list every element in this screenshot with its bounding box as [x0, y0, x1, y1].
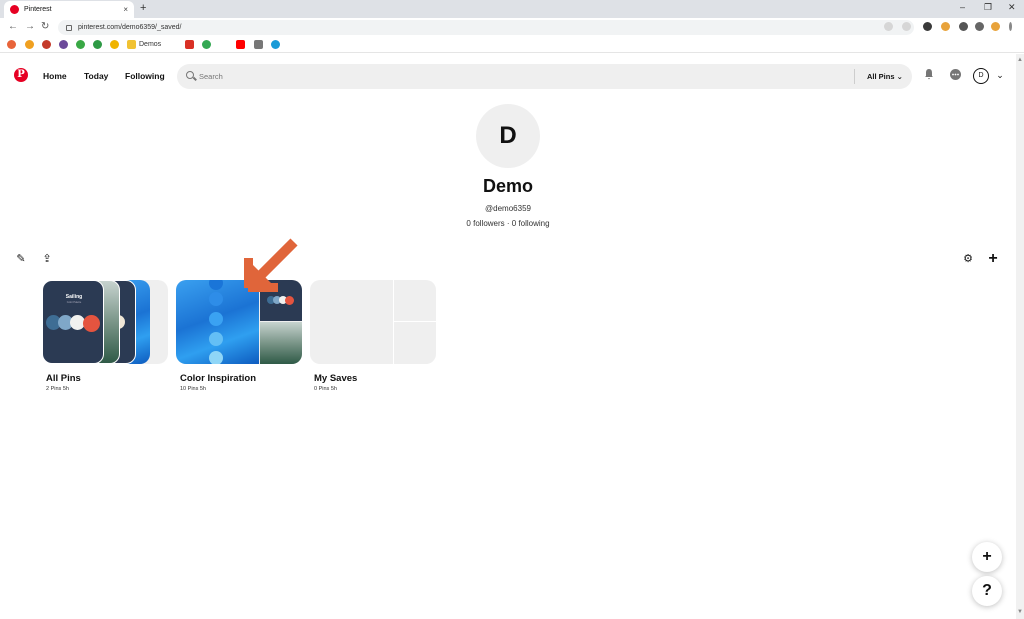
forward-button[interactable]: → — [25, 21, 35, 32]
gmail-icon[interactable] — [185, 40, 194, 49]
reload-button[interactable]: ↻ — [41, 21, 49, 32]
close-window-button[interactable]: ✕ — [1008, 2, 1016, 13]
bookmark-icon[interactable] — [110, 40, 119, 49]
pinterest-header: P Home Today Following Search All Pins ⌄… — [0, 54, 1016, 100]
bookmark-icon[interactable] — [25, 40, 34, 49]
edit-pencil-icon[interactable]: ✎ — [14, 252, 28, 266]
bookmark-icon[interactable] — [42, 40, 51, 49]
color-dot — [209, 312, 223, 326]
star-icon[interactable] — [902, 22, 911, 31]
browser-tab-strip: Pinterest × + – ❐ ✕ — [0, 0, 1024, 18]
color-swatch — [83, 315, 100, 332]
new-tab-button[interactable]: + — [140, 2, 146, 14]
profile-icon[interactable] — [991, 22, 1000, 31]
extension-icon[interactable] — [923, 22, 932, 31]
scroll-up-icon[interactable]: ▲ — [1017, 57, 1023, 63]
bookmark-icon[interactable] — [271, 40, 280, 49]
scrollbar[interactable] — [1016, 54, 1024, 619]
help-fab-button[interactable]: ? — [972, 576, 1002, 606]
nav-following[interactable]: Following — [125, 71, 165, 81]
follow-stats[interactable]: 0 followers · 0 following — [412, 219, 604, 228]
board-title: My Saves — [314, 373, 358, 384]
bookmark-icon[interactable] — [59, 40, 68, 49]
color-swatch — [285, 296, 294, 305]
messages-icon[interactable] — [948, 68, 962, 82]
cover-placeholder — [310, 280, 393, 364]
translate-icon[interactable] — [884, 22, 893, 31]
bookmark-icon[interactable] — [93, 40, 102, 49]
minimize-button[interactable]: – — [960, 2, 965, 12]
tab-title: Pinterest — [24, 6, 52, 13]
code-icon[interactable] — [254, 40, 263, 49]
board-cover — [310, 280, 436, 364]
cover-subtitle: Color Palette — [66, 301, 82, 304]
board-cover: Sailing Color Palette — [42, 280, 168, 364]
profile-avatar[interactable]: D — [476, 104, 540, 168]
lock-icon — [66, 24, 72, 31]
bookmark-folder-label[interactable]: Demos — [139, 41, 161, 48]
cover-placeholder — [394, 280, 436, 321]
board-title: All Pins — [46, 373, 81, 384]
create-fab-button[interactable]: + — [972, 542, 1002, 572]
qr-icon[interactable] — [959, 22, 968, 31]
bookmark-icon[interactable] — [76, 40, 85, 49]
cover-main-image — [176, 280, 259, 364]
chevron-down-icon[interactable]: ⌄ — [993, 68, 1007, 82]
board-all-pins[interactable]: Sailing Color Palette All Pins 2 Pins 5h — [42, 280, 168, 392]
profile-handle: @demo6359 — [485, 204, 531, 213]
back-button[interactable]: ← — [8, 21, 18, 32]
search-filter-dropdown[interactable]: All Pins ⌄ — [867, 72, 903, 81]
cover-title: Sailing — [65, 294, 83, 300]
add-board-icon[interactable]: + — [986, 251, 1000, 267]
search-icon — [186, 71, 194, 79]
folder-icon[interactable] — [127, 40, 136, 49]
cover-placeholder — [394, 322, 436, 364]
board-meta: 10 Pins 5h — [180, 386, 206, 392]
board-cover — [176, 280, 302, 364]
url-bar[interactable]: pinterest.com/demo6359/_saved/ — [58, 20, 914, 35]
browser-tab[interactable]: Pinterest × — [4, 1, 134, 18]
color-dot — [209, 292, 223, 306]
search-input[interactable]: Search — [199, 72, 223, 81]
filter-sliders-icon[interactable]: ⚙ — [961, 252, 975, 266]
menu-icon[interactable] — [1009, 22, 1012, 31]
search-bar[interactable]: Search All Pins ⌄ — [177, 64, 912, 89]
share-upload-icon[interactable]: ⇪ — [40, 252, 54, 266]
board-meta: 2 Pins 5h — [46, 386, 69, 392]
search-divider — [854, 69, 855, 84]
bookmarks-bar: Demos — [0, 37, 1024, 53]
notifications-bell-icon[interactable] — [922, 68, 936, 82]
nav-today[interactable]: Today — [84, 71, 108, 81]
pinterest-logo-icon[interactable]: P — [14, 68, 28, 82]
pinterest-favicon-icon — [10, 5, 19, 14]
address-bar-row: ← → ↻ pinterest.com/demo6359/_saved/ — [0, 18, 1024, 37]
tab-close-icon[interactable]: × — [123, 5, 128, 14]
cover-bottom-right-image — [260, 322, 302, 364]
avatar[interactable]: D — [973, 68, 989, 84]
puzzle-icon[interactable] — [975, 22, 984, 31]
board-color-inspiration[interactable]: Color Inspiration 10 Pins 5h — [176, 280, 302, 392]
youtube-icon[interactable] — [236, 40, 245, 49]
profile-name: Demo — [482, 176, 533, 196]
annotation-arrow-icon — [244, 238, 298, 292]
extension-icon[interactable] — [941, 22, 950, 31]
board-my-saves[interactable]: My Saves 0 Pins 5h — [310, 280, 436, 392]
restore-button[interactable]: ❐ — [984, 2, 992, 13]
color-dot — [209, 332, 223, 346]
drive-icon[interactable] — [202, 40, 211, 49]
cover-layer: Sailing Color Palette — [42, 280, 104, 364]
color-dot — [209, 280, 223, 290]
bookmark-icon[interactable] — [7, 40, 16, 49]
url-text: pinterest.com/demo6359/_saved/ — [78, 24, 182, 31]
color-dot — [209, 351, 223, 364]
nav-home[interactable]: Home — [43, 71, 67, 81]
board-title: Color Inspiration — [180, 373, 256, 384]
board-meta: 0 Pins 5h — [314, 386, 337, 392]
scroll-down-icon[interactable]: ▼ — [1017, 609, 1023, 615]
